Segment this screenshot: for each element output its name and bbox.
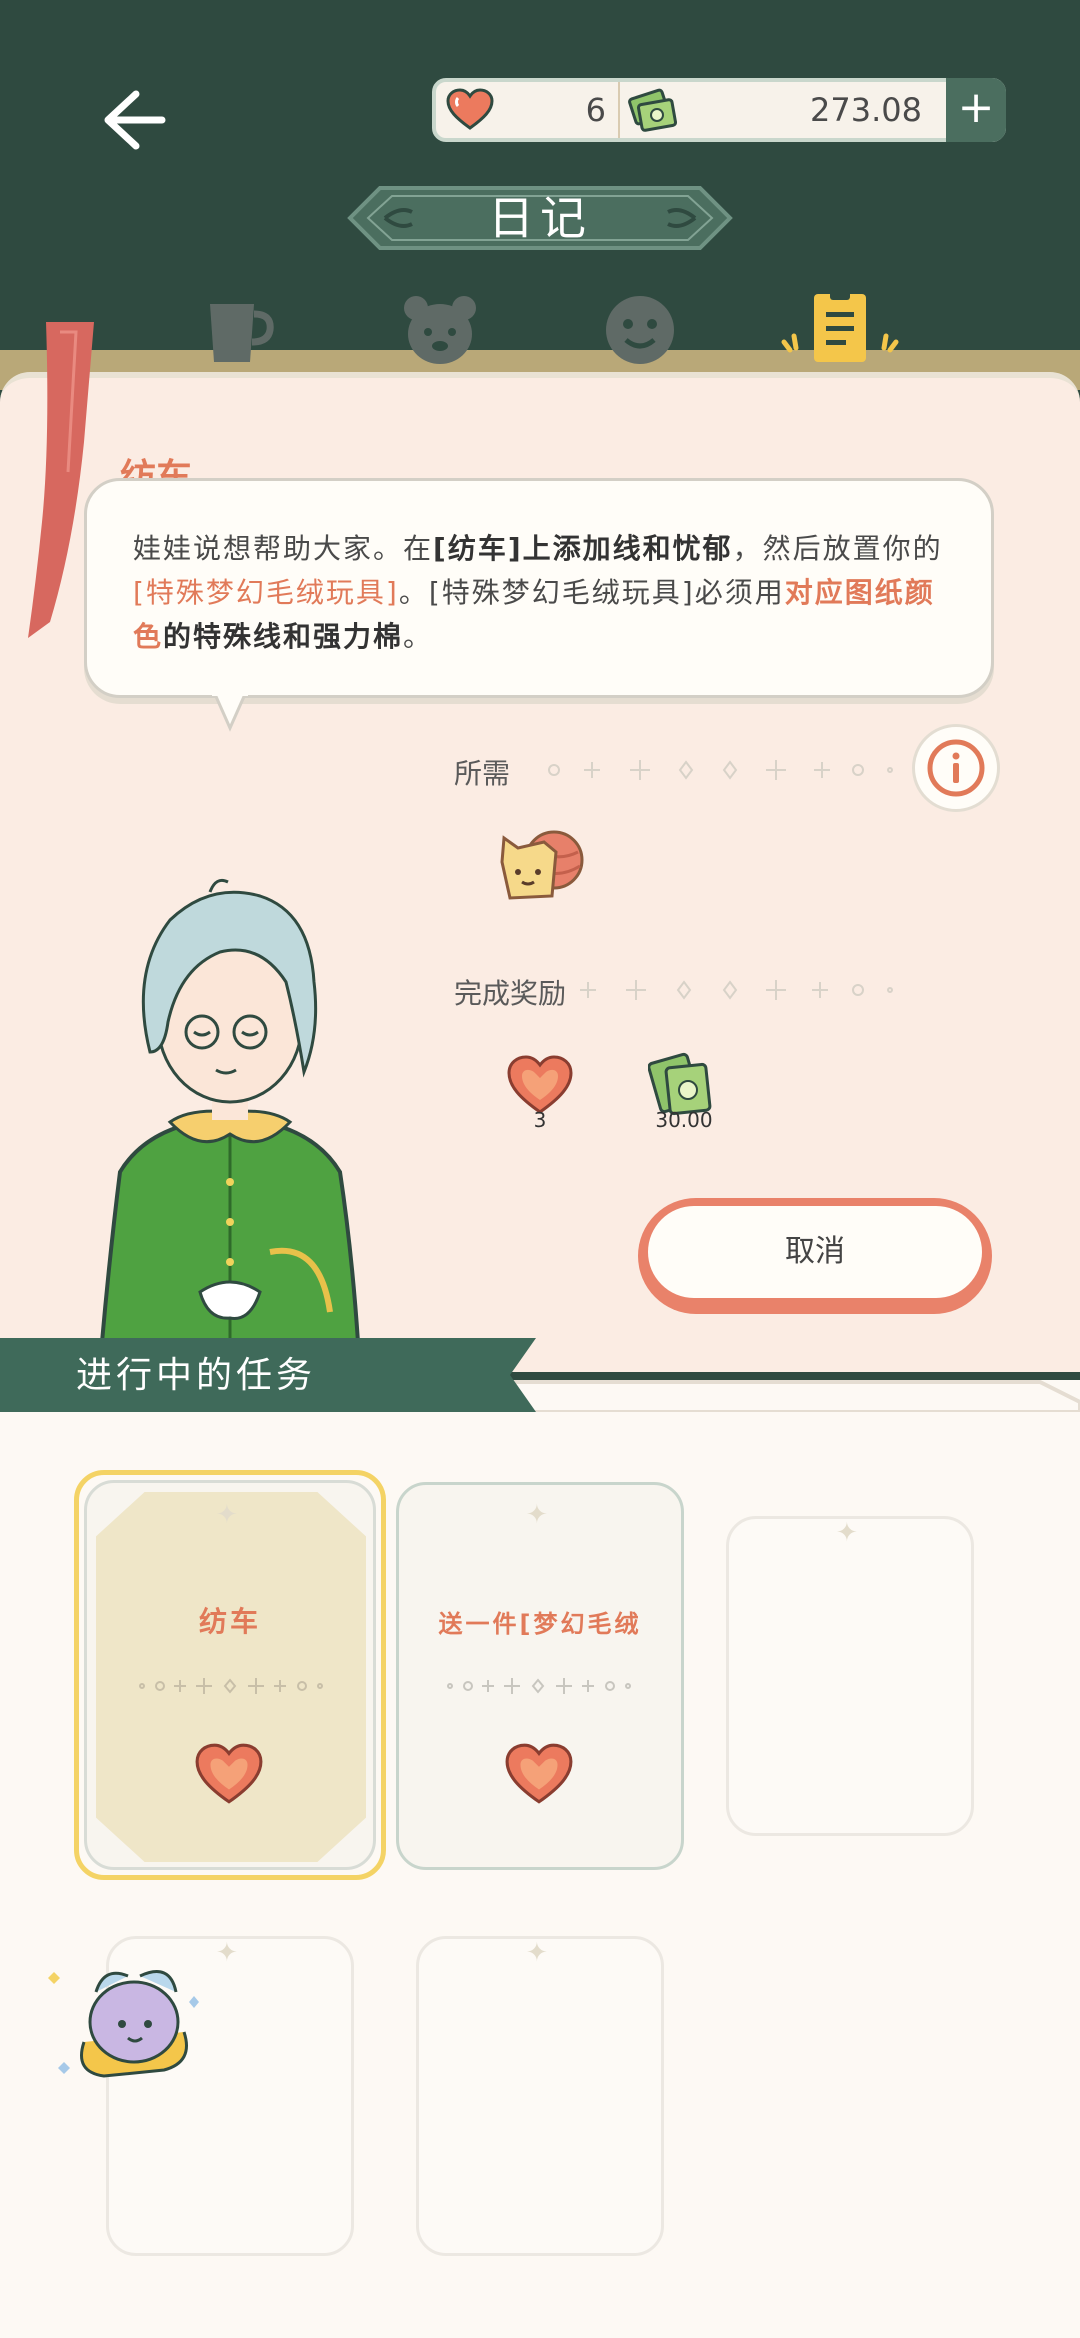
add-currency-button[interactable]: +: [946, 78, 1006, 142]
quest-description-bubble: 娃娃说想帮助大家。在[纺车]上添加线和忧郁，然后放置你的[特殊梦幻毛绒玩具]。[…: [84, 478, 994, 698]
tab-diary[interactable]: [770, 290, 910, 370]
back-arrow-icon: [104, 90, 166, 150]
sparkle-icon: ✦: [216, 1938, 238, 1968]
currency-bar: 6 273.08 +: [432, 78, 1006, 142]
info-icon: [927, 739, 985, 797]
empty-task-slot[interactable]: [726, 1516, 974, 1836]
sparkle-icon: ✦: [526, 1938, 548, 1968]
empty-task-slot[interactable]: [416, 1936, 664, 2256]
cancel-button[interactable]: 取消: [638, 1198, 992, 1314]
tab-smiley[interactable]: [600, 290, 680, 370]
sparkle-icon: ✦: [836, 1518, 858, 1548]
cancel-label: 取消: [648, 1206, 982, 1298]
heart-icon: [446, 88, 494, 130]
reward-hearts-value: 3: [533, 1108, 547, 1132]
sparkle-icon: ✦: [216, 1500, 238, 1530]
task-heart-icon: [195, 1743, 263, 1804]
info-button[interactable]: [912, 724, 1000, 812]
category-tabs: [0, 280, 1080, 380]
page-title: 日记: [488, 191, 592, 245]
task-card-title: 纺车: [198, 1605, 261, 1638]
sparkle-icon: ✦: [526, 1500, 548, 1530]
mug-icon: [210, 304, 274, 362]
title-plaque: 日记: [340, 168, 740, 268]
bear-icon: [404, 296, 476, 364]
smiley-icon: [606, 296, 674, 364]
decor-divider: [580, 980, 893, 1000]
task-card-title: 送一件[梦幻毛绒: [438, 1610, 642, 1638]
cash-icon: [628, 88, 678, 132]
section-title: 进行中的任务: [76, 1355, 317, 1396]
grandma-character: [99, 878, 361, 1342]
yarn-item-icon: [500, 830, 584, 900]
tab-bear[interactable]: [400, 290, 480, 370]
money-amount: 273.08: [810, 91, 922, 129]
reward-heart-icon: [507, 1055, 573, 1114]
hearts-count: 6: [585, 91, 606, 129]
reward-money-value: 30.00: [655, 1108, 713, 1132]
decor-divider: [447, 1678, 631, 1694]
reward-label: 完成奖励: [454, 977, 567, 1010]
required-label: 所需: [454, 757, 511, 790]
pet-mascot[interactable]: [44, 1952, 214, 2082]
diary-icon: [781, 290, 899, 362]
tab-mug[interactable]: [200, 290, 280, 370]
task-heart-icon: [505, 1743, 573, 1804]
decor-divider: [139, 1678, 323, 1694]
quest-description: 娃娃说想帮助大家。在[纺车]上添加线和忧郁，然后放置你的[特殊梦幻毛绒玩具]。[…: [133, 532, 943, 653]
back-button[interactable]: [88, 80, 168, 160]
decor-divider: [548, 760, 893, 780]
